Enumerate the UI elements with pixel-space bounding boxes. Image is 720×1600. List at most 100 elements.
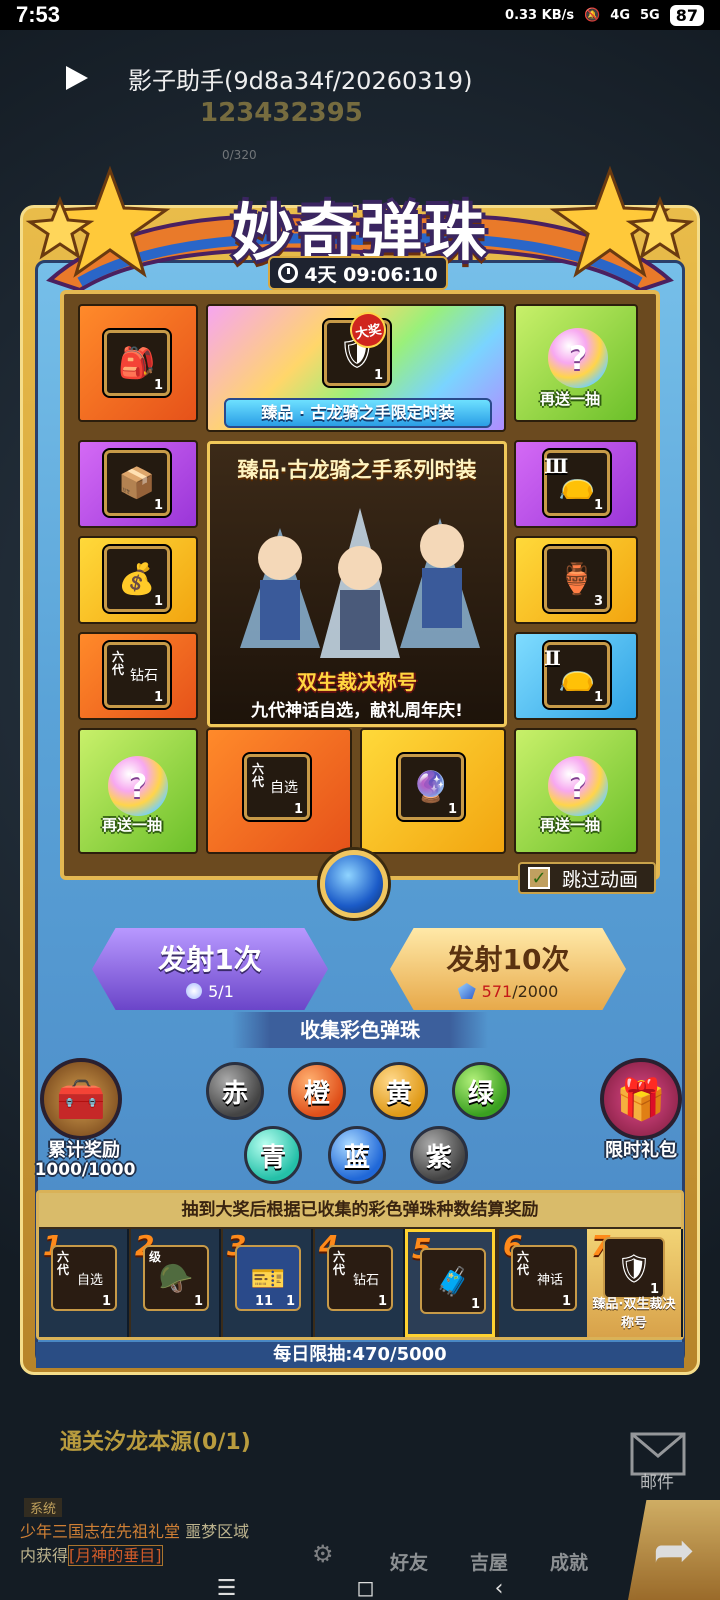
nav-achievements[interactable]: 成就 [550, 1548, 588, 1575]
reward-item: 🎫 11 1 [235, 1245, 301, 1311]
reward-item: 🛡 1 [603, 1237, 665, 1299]
reward-slot[interactable]: 1 六代自选1 [39, 1229, 129, 1337]
item-count: 3 [593, 594, 603, 609]
item-count: 1 [285, 1294, 295, 1309]
item-extra: 11 [255, 1294, 274, 1309]
reward-slot-current[interactable]: 5 🧳1 [405, 1229, 495, 1337]
grid-cell: 六代 钻石 1 [78, 632, 198, 720]
bonus-orb-icon[interactable]: ? [548, 756, 608, 816]
player-id: 123432395 [200, 98, 363, 128]
item-count: 1 [153, 498, 163, 513]
cumulative-reward-label: 累计奖励 [48, 1140, 120, 1161]
nav-friends[interactable]: 好友 [390, 1548, 428, 1575]
system-tag: 系统 [24, 1498, 63, 1517]
grid-item[interactable]: 📦 1 [104, 450, 170, 516]
gear-icon[interactable]: ⚙ [312, 1540, 334, 1568]
countdown-text: 4天 09:06:10 [304, 263, 438, 286]
grid-item[interactable]: 🔮 1 [398, 754, 464, 820]
reward-slot-final[interactable]: 7 🛡 1 臻品·双生裁决称号 [587, 1229, 683, 1337]
reward-item: 🧳 1 [420, 1248, 486, 1314]
grid-cell: 👝 1 Ⅱ [514, 632, 638, 720]
item-count: 1 [377, 1294, 387, 1309]
fire-ten-button[interactable]: 发射10次 571/2000 [390, 928, 626, 1010]
checkbox-checked-icon[interactable]: ✓ [528, 867, 550, 889]
bonus-orb-icon[interactable]: ? [548, 328, 608, 388]
home-icon[interactable]: ◻ [356, 1576, 374, 1600]
signal-5g: 5G [640, 7, 660, 23]
grid-cell: 📦 1 [78, 440, 198, 528]
play-icon[interactable] [66, 66, 88, 90]
item-count: 1 [153, 690, 163, 705]
item-count: 1 [293, 802, 303, 817]
status-icons: 0.33 KB/s 🔕 4G 5G 87 [505, 4, 704, 26]
bonus-cell: ? 再送一抽 [514, 304, 638, 422]
orb-blue: 蓝 [328, 1126, 386, 1184]
reward-slot[interactable]: 2 级🪖1 [131, 1229, 221, 1337]
system-message: 少年三国志在先祖礼堂 噩梦区域 内获得[月神的垂目] [20, 1520, 320, 1568]
reward-track: 抽到大奖后根据已收集的彩色弹珠种数结算奖励 1 六代自选1 2 级🪖1 3 🎫1… [36, 1190, 684, 1340]
ticket-icon: 🎫 [250, 1261, 286, 1295]
item-tag: 级 [149, 1250, 162, 1264]
item-count: 1 [153, 594, 163, 609]
grid-item[interactable]: 六代 自选 1 [244, 754, 310, 820]
news-part-2: 噩梦区域 [185, 1522, 250, 1541]
reward-slot[interactable]: 3 🎫111 [223, 1229, 313, 1337]
item-count: 1 [373, 368, 383, 383]
grid-item[interactable]: 六代 钻石 1 [104, 642, 170, 708]
orb-green: 绿 [452, 1062, 510, 1120]
bonus-label: 再送一抽 [102, 816, 163, 834]
chest-icon: 🧳 [435, 1264, 471, 1298]
featured-title: 臻品·古龙骑之手系列时装 [237, 458, 477, 482]
item-count: 1 [153, 378, 163, 393]
bonus-orb-icon[interactable]: ? [108, 756, 168, 816]
bonus-label: 再送一抽 [540, 390, 601, 408]
clock-icon [278, 263, 299, 283]
reward-slot[interactable]: 4 六代钻石1 [315, 1229, 405, 1337]
quest-tracker[interactable]: 通关汐龙本源(0/1) [60, 1424, 251, 1456]
fire-ten-need: /2000 [512, 981, 559, 1001]
marble-launcher[interactable] [320, 850, 388, 918]
menu-icon[interactable]: ☰ [217, 1576, 237, 1600]
reward-item: 六代 神话 1 [511, 1245, 577, 1311]
news-item: [月神的垂目] [68, 1545, 163, 1566]
item-tag: 六代 [333, 1250, 346, 1277]
grid-cell: 六代 自选 1 [206, 728, 352, 854]
mail-label: 邮件 [640, 1473, 674, 1493]
fire-once-label: 发射1次 [158, 942, 262, 976]
orb-yellow: 黄 [370, 1062, 428, 1120]
tier-label: Ⅲ [544, 454, 569, 478]
grid-cell: 🏺 3 [514, 536, 638, 624]
fire-once-button[interactable]: 发射1次 5/1 [92, 928, 328, 1010]
fire-ten-label: 发射10次 [446, 942, 570, 976]
net-speed: 0.33 KB/s [505, 7, 575, 23]
mute-icon: 🔕 [584, 7, 601, 23]
nav-house[interactable]: 吉屋 [470, 1548, 508, 1575]
skip-label: 跳过动画 [562, 868, 639, 891]
skip-animation-toggle[interactable]: ✓ 跳过动画 [518, 862, 656, 894]
grid-cell: 💰 1 [78, 536, 198, 624]
costume-chest-icon: 🛡 [616, 1251, 652, 1285]
orb-orange: 橙 [288, 1062, 346, 1120]
news-part-1: 少年三国志在先祖礼堂 [20, 1522, 181, 1541]
reward-slot[interactable]: 6 六代神话1 [499, 1229, 589, 1337]
back-icon[interactable]: ‹ [495, 1576, 504, 1600]
featured-subtitle: 双生裁决称号 [297, 670, 417, 694]
news-part-3: 内获得 [20, 1546, 69, 1565]
grid-item[interactable]: 💰 1 [104, 546, 170, 612]
gift-box-icon[interactable]: 🎁 [600, 1058, 682, 1140]
orb-cyan: 青 [244, 1126, 302, 1184]
grand-prize-cell: 🛡 1 大奖 臻品 · 古龙骑之手限定时装 [206, 304, 506, 432]
status-bar: 7:53 0.33 KB/s 🔕 4G 5G 87 [0, 0, 720, 30]
treasure-chest-icon[interactable]: 🧰 [40, 1058, 122, 1140]
grid-item[interactable]: 🎒 1 [104, 330, 170, 396]
reward-item: 六代 钻石 1 [327, 1245, 393, 1311]
orb-purple: 紫 [410, 1126, 468, 1184]
item-count: 1 [447, 802, 457, 817]
featured-caption: 九代神话自选，献礼周年庆! [251, 701, 463, 721]
item-tag: 六代 [517, 1250, 530, 1277]
grand-prize-banner: 臻品 · 古龙骑之手限定时装 [224, 398, 492, 428]
item-count: 1 [593, 498, 603, 513]
grid-item[interactable]: 🏺 3 [544, 546, 610, 612]
daily-limit: 每日限抽:470/5000 [36, 1342, 684, 1368]
limited-gift-label: 限时礼包 [605, 1140, 677, 1161]
